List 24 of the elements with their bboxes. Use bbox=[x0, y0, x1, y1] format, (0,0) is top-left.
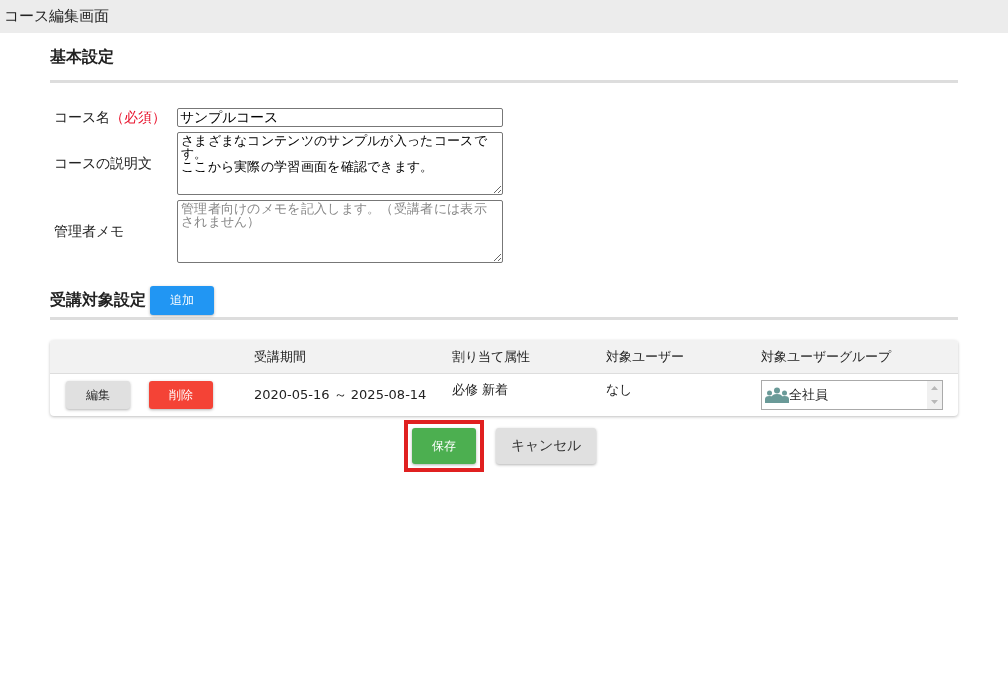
group-listbox[interactable]: 全社員 bbox=[761, 380, 943, 410]
table-cell: なし bbox=[606, 382, 632, 397]
column-header: 受講期間 bbox=[254, 348, 306, 364]
cancel-button[interactable]: キャンセル bbox=[496, 428, 596, 464]
list-option[interactable]: 全社員 bbox=[789, 386, 828, 404]
column-header: 対象ユーザー bbox=[606, 348, 684, 364]
scrollbar-arrows[interactable] bbox=[927, 381, 942, 409]
group-icon bbox=[765, 387, 789, 403]
field-label: 管理者メモ bbox=[54, 222, 124, 239]
section-heading: 基本設定 bbox=[50, 47, 114, 68]
description-field[interactable]: さまざまなコンテンツのサンプルが入ったコースです。 ここから実際の学習画面を確認できます。 bbox=[177, 132, 503, 195]
field-label: コース名 bbox=[54, 108, 110, 125]
column-header: 割り当て属性 bbox=[452, 348, 530, 364]
table-cell: 必修 新着 bbox=[452, 382, 509, 397]
memo-field[interactable]: 管理者向けのメモを記入します。（受講者には表示されません） bbox=[177, 200, 503, 263]
window-title: コース編集画面 bbox=[4, 7, 109, 26]
field-label: コースの説明文 bbox=[54, 154, 152, 171]
required-mark: （必須） bbox=[110, 108, 166, 125]
column-header: 対象ユーザーグループ bbox=[761, 348, 891, 364]
delete-button[interactable]: 削除 bbox=[149, 381, 213, 409]
section-heading: 受講対象設定 bbox=[50, 289, 146, 311]
edit-button[interactable]: 編集 bbox=[66, 381, 130, 409]
table-cell: 2020-05-16 ～ 2025-08-14 bbox=[254, 387, 427, 402]
course-name-field[interactable]: サンプルコース bbox=[177, 108, 503, 127]
